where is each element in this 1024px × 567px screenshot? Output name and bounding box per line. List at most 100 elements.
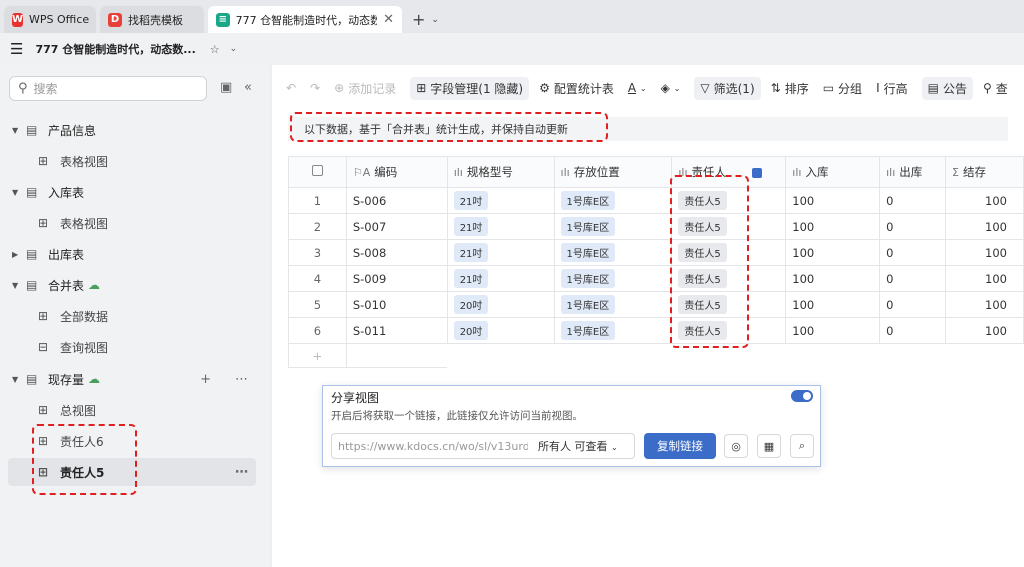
undo-icon[interactable]: ↶: [286, 81, 296, 95]
cell-location[interactable]: 1号库E区: [553, 239, 673, 266]
cell-location[interactable]: 1号库E区: [553, 265, 673, 292]
more-icon[interactable]: ⋯: [235, 465, 248, 480]
cell-inbound[interactable]: 100: [785, 317, 881, 344]
cell-location[interactable]: 1号库E区: [553, 213, 673, 240]
caret-right-icon[interactable]: ▶: [12, 250, 26, 259]
cell-code[interactable]: S-009: [345, 265, 448, 292]
preview-button[interactable]: ⌕: [790, 434, 814, 458]
cell-outbound[interactable]: 0: [879, 317, 947, 344]
add-record-button[interactable]: ⊕ 添加记录: [334, 80, 396, 97]
panel-icon[interactable]: ▣: [220, 80, 232, 95]
table-row[interactable]: 4 S-009 21吋 1号库E区 责任人5 100 0 100: [288, 265, 1024, 292]
close-icon[interactable]: ✕: [383, 12, 394, 27]
cell-spec[interactable]: 20吋: [446, 291, 555, 318]
cell-balance[interactable]: 100: [945, 187, 1024, 214]
column-header-outbound[interactable]: ılı 出库: [879, 156, 947, 188]
cell-outbound[interactable]: 0: [879, 239, 947, 266]
caret-down-icon[interactable]: ▼: [12, 188, 26, 197]
table-row[interactable]: 6 S-011 20吋 1号库E区 责任人5 100 0 100: [288, 317, 1024, 344]
sidebar-item-query-view[interactable]: ⊟ 查询视图: [8, 333, 256, 361]
sort-button[interactable]: ⇅ 排序: [771, 80, 809, 97]
table-row[interactable]: 3 S-008 21吋 1号库E区 责任人5 100 0 100: [288, 239, 1024, 266]
cell-balance[interactable]: 100: [945, 291, 1024, 318]
cell-code[interactable]: S-010: [345, 291, 448, 318]
text-color-button[interactable]: A ⌄: [628, 81, 647, 95]
row-height-button[interactable]: Ⅰ 行高: [876, 80, 908, 97]
add-row-plus-icon[interactable]: +: [288, 343, 347, 368]
tab-wps-office[interactable]: W WPS Office: [4, 6, 96, 33]
caret-down-icon[interactable]: ▼: [12, 126, 26, 135]
sidebar-item-stock[interactable]: ▼ ▤ 现存量 ☁ + ⋯: [8, 365, 256, 393]
cell-inbound[interactable]: 100: [785, 291, 881, 318]
document-title[interactable]: 777 仓智能制造时代，动态数...: [35, 41, 195, 57]
column-header-inbound[interactable]: ılı 入库: [785, 156, 881, 188]
sidebar-item-product-info[interactable]: ▼ ▤ 产品信息: [8, 116, 256, 144]
more-icon[interactable]: ⋯: [235, 372, 248, 387]
column-header-spec[interactable]: ılı 规格型号: [446, 156, 555, 188]
sidebar-item-merged[interactable]: ▼ ▤ 合并表 ☁: [8, 271, 256, 299]
tab-active-document[interactable]: ≡ 777 仓智能制造时代，动态数组距 ✕: [208, 6, 402, 33]
cell-balance[interactable]: 100: [945, 317, 1024, 344]
table-row[interactable]: 2 S-007 21吋 1号库E区 责任人5 100 0 100: [288, 213, 1024, 240]
search-button[interactable]: ⚲ 查: [983, 80, 1008, 97]
fill-color-button[interactable]: ◈ ⌄: [661, 81, 681, 95]
cell-inbound[interactable]: 100: [785, 239, 881, 266]
filter-active-icon[interactable]: [752, 167, 763, 178]
sidebar-item-grid-view[interactable]: ⊞ 表格视图: [8, 209, 256, 237]
share-link-field[interactable]: https://www.kdocs.cn/wo/sl/v13urd... 所有人…: [331, 433, 635, 459]
add-icon[interactable]: +: [200, 372, 211, 387]
column-header-code[interactable]: ⚐A 编码: [345, 156, 448, 188]
qrcode-button[interactable]: ▦: [757, 434, 781, 458]
permission-dropdown[interactable]: 所有人 可查看 ⌄: [528, 438, 618, 454]
cell-code[interactable]: S-007: [345, 213, 448, 240]
field-management-button[interactable]: ⊞ 字段管理(1 隐藏): [410, 76, 530, 100]
table-row[interactable]: 1 S-006 21吋 1号库E区 责任人5 100 0 100: [288, 187, 1024, 214]
cell-code[interactable]: S-006: [345, 187, 448, 214]
sidebar-item-outbound[interactable]: ▶ ▤ 出库表: [8, 240, 256, 268]
cell-balance[interactable]: 100: [945, 213, 1024, 240]
config-stats-button[interactable]: ⚙ 配置统计表: [539, 80, 614, 97]
share-toggle[interactable]: [791, 390, 813, 402]
cell-spec[interactable]: 20吋: [446, 317, 555, 344]
collapse-sidebar-icon[interactable]: «: [244, 80, 252, 95]
table-row[interactable]: 5 S-010 20吋 1号库E区 责任人5 100 0 100: [288, 291, 1024, 318]
cell-balance[interactable]: 100: [945, 239, 1024, 266]
chevron-down-icon[interactable]: ⌄: [230, 44, 238, 54]
new-tab-button[interactable]: + ⌄: [406, 6, 445, 33]
cell-spec[interactable]: 21吋: [446, 213, 555, 240]
cell-spec[interactable]: 21吋: [446, 239, 555, 266]
cell-outbound[interactable]: 0: [879, 187, 947, 214]
cell-inbound[interactable]: 100: [785, 265, 881, 292]
cell-outbound[interactable]: 0: [879, 291, 947, 318]
cell-code[interactable]: S-008: [345, 239, 448, 266]
cell-outbound[interactable]: 0: [879, 213, 947, 240]
search-input[interactable]: ⚲ 搜索: [9, 76, 207, 101]
wechat-share-button[interactable]: ◎: [724, 434, 748, 458]
tab-daoke[interactable]: D 找稻壳模板: [100, 6, 204, 33]
sidebar-item-all-data[interactable]: ⊞ 全部数据: [8, 302, 256, 330]
chevron-down-icon[interactable]: ⌄: [431, 15, 439, 25]
cell-location[interactable]: 1号库E区: [553, 187, 673, 214]
cell-balance[interactable]: 100: [945, 265, 1024, 292]
notice-button[interactable]: ▤ 公告: [921, 76, 973, 100]
cell-inbound[interactable]: 100: [785, 213, 881, 240]
group-button[interactable]: ▭ 分组: [823, 80, 862, 97]
select-all-checkbox[interactable]: [288, 156, 347, 188]
add-row[interactable]: +: [288, 343, 1024, 368]
cell-location[interactable]: 1号库E区: [553, 317, 673, 344]
star-icon[interactable]: ☆: [210, 43, 220, 56]
sidebar-item-total-view[interactable]: ⊞ 总视图: [8, 396, 256, 424]
cell-location[interactable]: 1号库E区: [553, 291, 673, 318]
cell-spec[interactable]: 21吋: [446, 265, 555, 292]
cell-inbound[interactable]: 100: [785, 187, 881, 214]
filter-button[interactable]: ▽ 筛选(1): [694, 76, 761, 100]
cell-code[interactable]: S-011: [345, 317, 448, 344]
copy-link-button[interactable]: 复制链接: [644, 433, 716, 459]
redo-icon[interactable]: ↷: [310, 81, 320, 95]
sidebar-item-grid-view[interactable]: ⊞ 表格视图: [8, 147, 256, 175]
share-link-url[interactable]: https://www.kdocs.cn/wo/sl/v13urd...: [332, 440, 528, 453]
menu-icon[interactable]: ☰: [10, 40, 23, 58]
column-header-location[interactable]: ılı 存放位置: [553, 156, 673, 188]
column-header-balance[interactable]: Σ 结存: [945, 156, 1024, 188]
sidebar-item-inbound[interactable]: ▼ ▤ 入库表: [8, 178, 256, 206]
